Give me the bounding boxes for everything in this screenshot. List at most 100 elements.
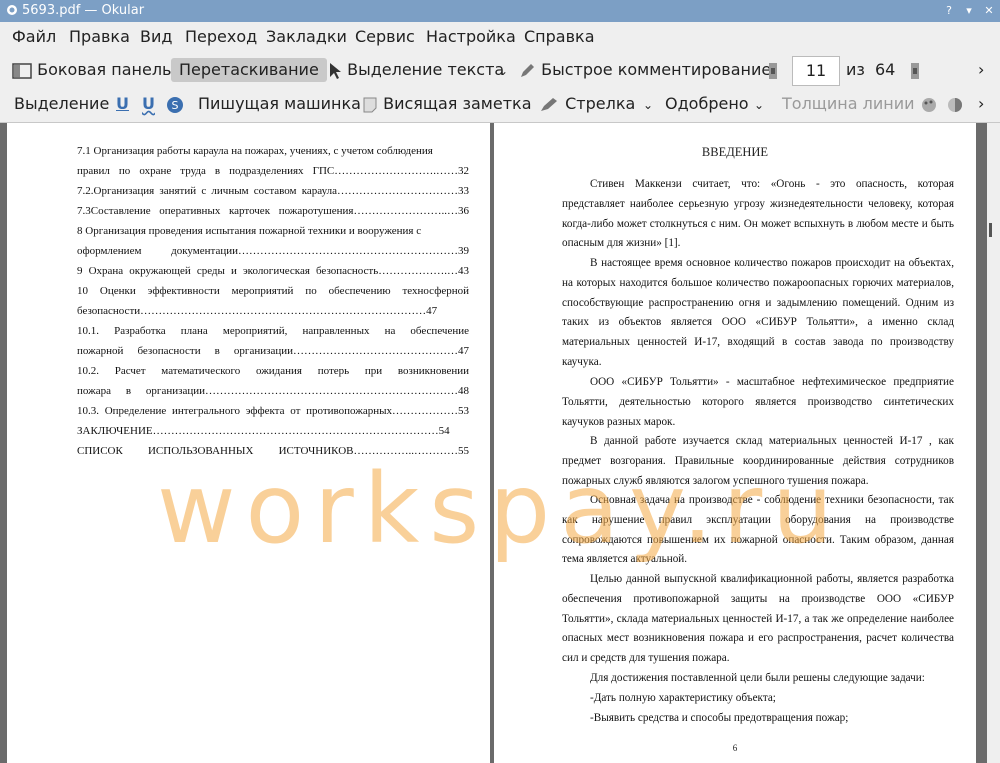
scrollbar-thumb[interactable]	[989, 223, 992, 237]
cursor-icon	[330, 62, 341, 79]
toolbar-overflow-button[interactable]: ›	[978, 58, 984, 82]
annotation-overflow-button[interactable]: ›	[978, 92, 984, 116]
pdf-page-left: 7.1 Организация работы караула на пожара…	[7, 123, 490, 763]
strikeout-icon: S	[167, 96, 183, 113]
paragraph: -Выявить средства и способы предотвращен…	[590, 712, 849, 724]
chevron-down-icon: ⌄	[754, 98, 765, 112]
menu-view[interactable]: Вид	[140, 27, 172, 46]
drag-mode-button[interactable]: Перетаскивание	[171, 58, 327, 82]
toc-line: СПИСОК ИСПОЛЬЗОВАННЫХ ИСТОЧНИКОВ……………..……	[77, 445, 469, 457]
toc-line: правил по охране труда в подразделениях …	[77, 165, 469, 177]
stamp-button[interactable]: Одобрено	[665, 92, 749, 116]
quick-comment-label: Быстрое комментирование	[541, 60, 772, 79]
highlight-button[interactable]: Выделение	[14, 92, 109, 116]
menu-settings[interactable]: Настройка	[426, 27, 516, 46]
toc-line: безопасности……………………………………………………………………47	[77, 305, 438, 317]
paragraph: В данной работе изучается склад материал…	[562, 435, 954, 487]
palette-icon	[922, 97, 936, 112]
pen-icon	[521, 63, 534, 77]
sidebar-icon	[12, 62, 32, 79]
arrow-label: Стрелка	[565, 94, 636, 113]
paragraph: -Дать полную характеристику объекта;	[590, 692, 776, 704]
vertical-scrollbar[interactable]	[987, 123, 1000, 763]
menu-go[interactable]: Переход	[185, 27, 257, 46]
line-width-button[interactable]: Толщина линии	[782, 92, 915, 116]
help-icon[interactable]: ?	[942, 4, 956, 18]
toc-line: 10 Оценки эффективности мероприятий по о…	[77, 285, 469, 297]
page-number: 6	[732, 743, 738, 753]
page-down-icon	[911, 62, 919, 79]
toc-line: 8 Организация проведения испытания пожар…	[77, 225, 422, 237]
toc-line: 7.2.Организация занятий с личным составо…	[77, 185, 469, 197]
arrow-dropdown[interactable]: ⌄	[643, 92, 653, 116]
svg-text:S: S	[172, 99, 179, 112]
page-total-label: 64	[875, 60, 896, 79]
paragraph: Для достижения поставленной цели были ре…	[590, 672, 925, 684]
title-bar: 5693.pdf — Okular ? ▾ ✕	[0, 0, 1000, 22]
document-view[interactable]: 7.1 Организация работы караула на пожара…	[0, 123, 1000, 763]
annotation-toolbar: Выделение U U S Пишущая машинка Висящая …	[0, 88, 1000, 123]
drag-label: Перетаскивание	[179, 60, 319, 79]
page-number-input[interactable]: 11	[792, 56, 840, 86]
prev-page-button[interactable]	[768, 58, 778, 82]
menu-help[interactable]: Справка	[524, 27, 595, 46]
note-icon	[363, 97, 377, 112]
text-select-dropdown[interactable]: ⌄	[498, 58, 508, 82]
sidebar-button[interactable]: Боковая панель	[12, 58, 171, 82]
menu-tools[interactable]: Сервис	[355, 27, 415, 46]
arrow-tool-icon	[541, 97, 557, 111]
menu-file[interactable]: Файл	[12, 27, 56, 46]
paragraph: Основная задача на производстве - соблюд…	[562, 494, 954, 566]
chevron-down-icon: ⌄	[498, 64, 509, 78]
toc-line: 9 Охрана окружающей среды и экологическа…	[77, 265, 469, 277]
squiggle-button[interactable]: U	[142, 92, 155, 116]
strikeout-button[interactable]: S	[166, 92, 184, 116]
underline-button[interactable]: U	[116, 92, 129, 116]
toc-line: 10.3. Определение интегрального эффекта …	[77, 405, 469, 417]
highlight-label: Выделение	[14, 94, 110, 113]
text-select-label: Выделение текста	[347, 60, 505, 79]
toc-line: 7.3Составление оперативных карточек пожа…	[77, 205, 469, 217]
main-toolbar: Боковая панель Перетаскивание Выделение …	[0, 52, 1000, 88]
typewriter-button[interactable]: Пишущая машинка	[198, 92, 361, 116]
opacity-icon	[948, 97, 962, 112]
quick-comment-button[interactable]: Быстрое комментирование	[518, 58, 771, 82]
toc-line: пожара в организации………………………………………………………	[77, 385, 469, 397]
color-button[interactable]	[920, 92, 938, 116]
menu-edit[interactable]: Правка	[69, 27, 130, 46]
toc-line: ЗАКЛЮЧЕНИЕ……………………………………………………………………54	[77, 425, 450, 437]
page-up-icon	[769, 62, 777, 79]
sticky-note-label: Висящая заметка	[383, 94, 532, 113]
okular-app-icon	[7, 5, 17, 15]
underline-icon: U	[116, 94, 129, 113]
menu-bar: Файл Правка Вид Переход Закладки Сервис …	[0, 22, 1000, 52]
toc-line: оформлением документации……………………………………………	[77, 245, 469, 257]
chevron-right-icon: ›	[978, 60, 985, 79]
line-width-label: Толщина линии	[782, 94, 915, 113]
section-heading: ВВЕДЕНИЕ	[701, 145, 769, 159]
stamp-label: Одобрено	[665, 94, 749, 113]
stamp-dropdown[interactable]: ⌄	[754, 92, 764, 116]
minimize-icon[interactable]: ▾	[962, 4, 976, 18]
arrow-button[interactable]: Стрелка	[538, 92, 635, 116]
chevron-right-icon: ›	[978, 94, 985, 113]
next-page-button[interactable]	[910, 58, 920, 82]
window-title: 5693.pdf — Okular	[22, 3, 145, 18]
menu-bookmarks[interactable]: Закладки	[266, 27, 347, 46]
close-icon[interactable]: ✕	[982, 4, 996, 18]
pdf-page-right: ВВЕДЕНИЕ Стивен Маккензи считает, что: «…	[494, 123, 976, 763]
toc-line: 10.1. Разработка плана мероприятий, напр…	[77, 325, 469, 337]
text-select-button[interactable]: Выделение текста	[328, 58, 504, 82]
paragraph: В настоящее время основное количество по…	[562, 257, 954, 368]
squiggle-icon: U	[142, 94, 155, 113]
page-of-label: из	[846, 60, 865, 79]
sticky-note-button[interactable]: Висящая заметка	[362, 92, 532, 116]
paragraph: Стивен Маккензи считает, что: «Огонь - э…	[562, 178, 954, 250]
chevron-down-icon: ⌄	[643, 98, 654, 112]
toc-line: пожарной безопасности в организации………………	[77, 345, 469, 357]
sidebar-label: Боковая панель	[37, 60, 172, 79]
opacity-button[interactable]	[946, 92, 964, 116]
toc-line: 7.1 Организация работы караула на пожара…	[77, 145, 433, 157]
typewriter-label: Пишущая машинка	[198, 94, 361, 113]
paragraph: Целью данной выпускной квалификационной …	[562, 573, 954, 665]
